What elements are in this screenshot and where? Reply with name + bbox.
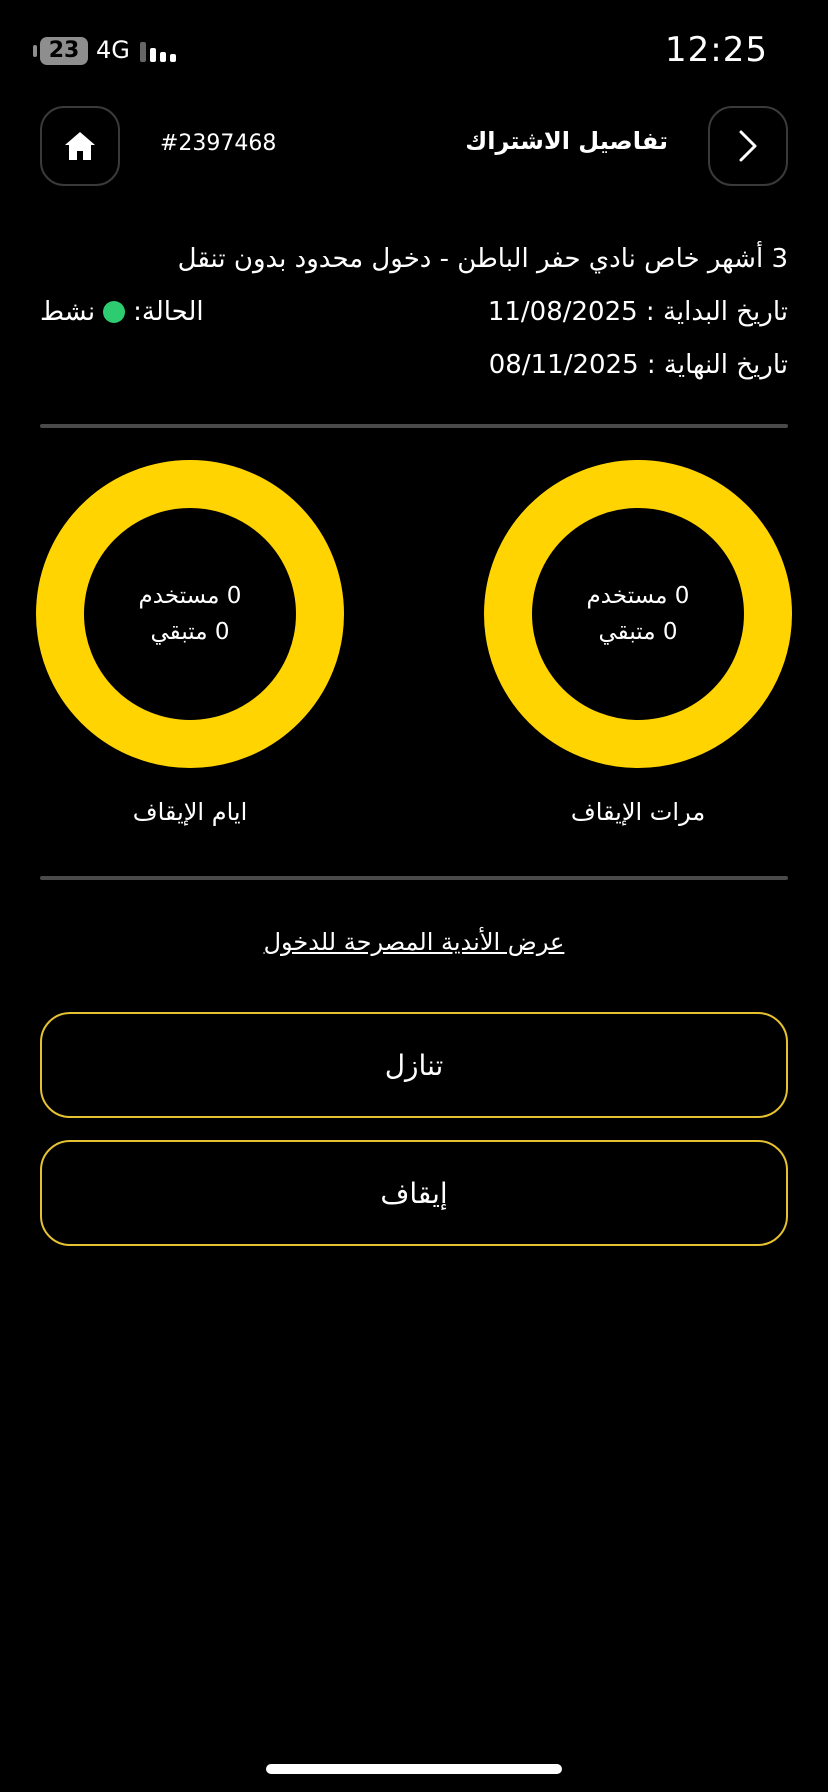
subscription-details-screen: 23 4G 12:25 #2397468 تفاصيل الاشتراك 3 أ… [0,0,828,1792]
home-icon [65,132,95,160]
freeze-days-remaining: 0 متبقي [150,619,230,645]
status-indicator: الحالة: نشط [40,297,204,327]
waive-button[interactable]: تنازل [40,1012,788,1118]
subscription-id: #2397468 [160,131,277,156]
signal-icon [140,40,180,62]
home-indicator[interactable] [266,1764,562,1774]
status-bar: 23 4G 12:25 [0,30,828,74]
freeze-button[interactable]: إيقاف [40,1140,788,1246]
freeze-days-ring: 0 مستخدم 0 متبقي [36,460,344,768]
freeze-times-remaining: 0 متبقي [598,619,678,645]
home-button[interactable] [40,106,120,186]
freeze-days-used: 0 مستخدم [138,583,242,609]
plan-name: 3 أشهر خاص نادي حفر الباطن - دخول محدود … [177,244,788,274]
freeze-times-caption: مرات الإيقاف [570,798,706,826]
battery-nub [33,45,37,57]
status-dot-icon [103,301,126,323]
freeze-times-used: 0 مستخدم [586,583,690,609]
page-title: تفاصيل الاشتراك [465,127,668,155]
end-date: تاريخ النهاية : 08/11/2025 [488,350,788,380]
start-date: تاريخ البداية : 11/08/2025 [487,297,788,327]
status-value: نشط [40,297,96,327]
battery-indicator: 23 [40,37,88,65]
allowed-clubs-link[interactable]: عرض الأندية المصرحة للدخول [0,928,828,956]
freeze-days-chart: 0 مستخدم 0 متبقي [36,460,344,768]
divider [40,876,788,880]
status-label: الحالة: [133,297,204,327]
back-button[interactable] [708,106,788,186]
chevron-right-icon [739,130,757,162]
divider [40,424,788,428]
freeze-days-caption: ايام الإيقاف [132,798,248,826]
status-time: 12:25 [665,30,768,70]
freeze-times-chart: 0 مستخدم 0 متبقي [484,460,792,768]
network-type: 4G [96,36,130,64]
freeze-times-ring: 0 مستخدم 0 متبقي [484,460,792,768]
